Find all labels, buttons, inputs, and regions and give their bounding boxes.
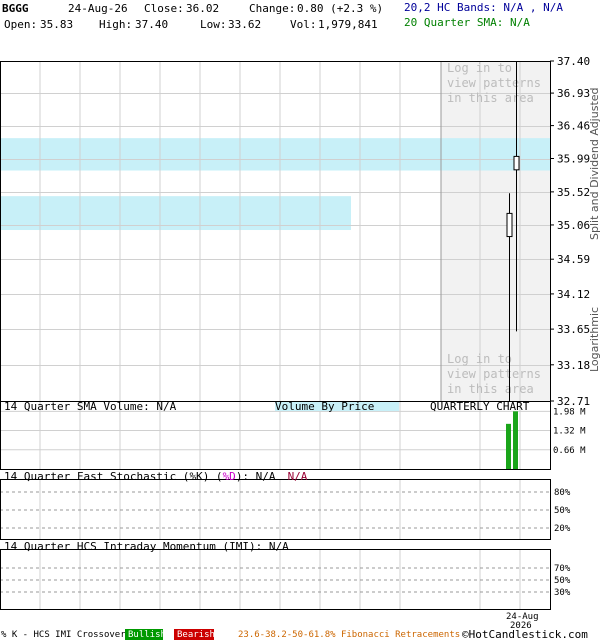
volume-label: Vol:	[290, 18, 317, 31]
quote-header: BGGG 24-Aug-26 Close: 36.02 Change: 0.80…	[2, 1, 563, 31]
price-panel: Log in to view patterns in this area Log…	[0, 55, 600, 408]
watermark-line: Log in to	[447, 352, 512, 366]
high-value: 37.40	[135, 18, 168, 31]
volume-sma-label: 14 Quarter SMA Volume: N/A	[4, 400, 177, 413]
oscillator-tick-label: 20%	[554, 524, 571, 534]
price-axis: 37.40 36.93 36.46 35.99 35.52 35.06 34.59 34.12…	[550, 55, 590, 408]
oscillator-tick-label: 70%	[554, 564, 571, 574]
low-value: 33.62	[228, 18, 261, 31]
stochastic-na: N/A	[288, 470, 308, 483]
split-adjusted-label: Split and Dividend Adjusted	[588, 87, 600, 240]
stochastic-d-label: %D	[223, 470, 236, 483]
quarterly-candlestick-chart: BGGG 24-Aug-26 Close: 36.02 Change: 0.80…	[0, 1, 600, 640]
volume-value: 1,979,841	[318, 18, 378, 31]
volume-panel: 14 Quarter SMA Volume: N/A Volume By Pri…	[0, 400, 586, 470]
volume-tick-label: 1.98 M	[553, 407, 586, 417]
open-value: 35.83	[40, 18, 73, 31]
price-tick-label: 32.71	[557, 395, 590, 408]
price-tick-label: 36.46	[557, 120, 590, 133]
close-label: Close:	[144, 2, 184, 15]
bearish-label: Bearish	[177, 630, 215, 640]
volume-tick-label: 0.66 M	[553, 446, 586, 456]
stochastic-label-end: ): N/A	[236, 470, 276, 483]
high-label: High:	[99, 18, 132, 31]
oscillator-tick-label: 80%	[554, 488, 571, 498]
stochastic-panel: 14 Quarter Fast Stochastic (%K) (%D): N/…	[0, 470, 571, 540]
price-tick-label: 34.12	[557, 288, 590, 301]
volume-bars	[506, 411, 518, 469]
stochastic-label: 14 Quarter Fast Stochastic (%K) (%D): N/…	[4, 470, 308, 483]
logarithmic-label: Logarithmic	[588, 307, 600, 372]
fibonacci-legend: 23.6-38.2-50-61.8% Fibonacci Retracement…	[238, 630, 460, 640]
price-tick-label: 35.06	[557, 219, 590, 232]
hc-bands-readout: 20,2 HC Bands: N/A , N/A	[404, 1, 563, 14]
copyright: ©HotCandlestick.com	[462, 628, 588, 640]
imi-panel: 14 Quarter HCS Intraday Momentum (IMI): …	[0, 540, 571, 610]
imi-grid	[0, 550, 550, 610]
candle-body	[513, 155, 520, 171]
watermark-line: in this area	[447, 382, 534, 396]
volume-by-price-band	[0, 196, 351, 231]
oscillator-tick-label: 50%	[554, 576, 571, 586]
volume-bar	[513, 411, 518, 469]
change-label: Change:	[249, 2, 295, 15]
price-tick-label: 35.99	[557, 153, 590, 166]
volume-tick-label: 1.32 M	[553, 427, 586, 437]
watermark-line: in this area	[447, 91, 534, 105]
imi-axis: 70% 50% 30%	[554, 564, 571, 598]
symbol: BGGG	[2, 2, 29, 15]
crossover-legend: % K - HCS IMI Crossover,	[1, 630, 131, 640]
stochastic-label-mid: ) (	[203, 470, 223, 483]
price-tick-label: 34.59	[557, 253, 590, 266]
bullish-label: Bullish	[128, 630, 166, 640]
stochastic-k-label: %K	[189, 470, 203, 483]
sma-readout: 20 Quarter SMA: N/A	[404, 16, 530, 29]
quarterly-chart-label: QUARTERLY CHART	[430, 400, 530, 413]
pattern-area	[441, 61, 550, 401]
price-tick-label: 33.18	[557, 359, 590, 372]
candle-body	[506, 212, 513, 238]
stochastic-grid	[0, 480, 550, 540]
oscillator-tick-label: 50%	[554, 506, 571, 516]
volume-by-price-label: Volume By Price	[275, 400, 374, 413]
change-value: 0.80 (+2.3 %)	[297, 2, 383, 15]
footer: 24-Aug 2026 % K - HCS IMI Crossover, Bul…	[1, 612, 588, 640]
volume-by-price-band	[0, 138, 550, 171]
watermark-line: Log in to	[447, 61, 512, 75]
volume-bar	[506, 423, 511, 469]
price-tick-label: 33.65	[557, 323, 590, 336]
price-tick-label: 35.52	[557, 186, 590, 199]
imi-label: 14 Quarter HCS Intraday Momentum (IMI): …	[4, 540, 289, 553]
stochastic-label-start: 14 Quarter Fast Stochastic (	[4, 470, 189, 483]
oscillator-tick-label: 30%	[554, 588, 571, 598]
volume-axis: 1.98 M 1.32 M 0.66 M	[553, 407, 586, 455]
close-value: 36.02	[186, 2, 219, 15]
watermark-line: view patterns	[447, 76, 541, 90]
quote-date: 24-Aug-26	[68, 2, 128, 15]
price-tick-label: 37.40	[557, 55, 590, 68]
watermark-line: view patterns	[447, 367, 541, 381]
stochastic-axis: 80% 50% 20%	[554, 488, 571, 534]
price-tick-label: 36.93	[557, 87, 590, 100]
open-label: Open:	[4, 18, 37, 31]
low-label: Low:	[200, 18, 227, 31]
